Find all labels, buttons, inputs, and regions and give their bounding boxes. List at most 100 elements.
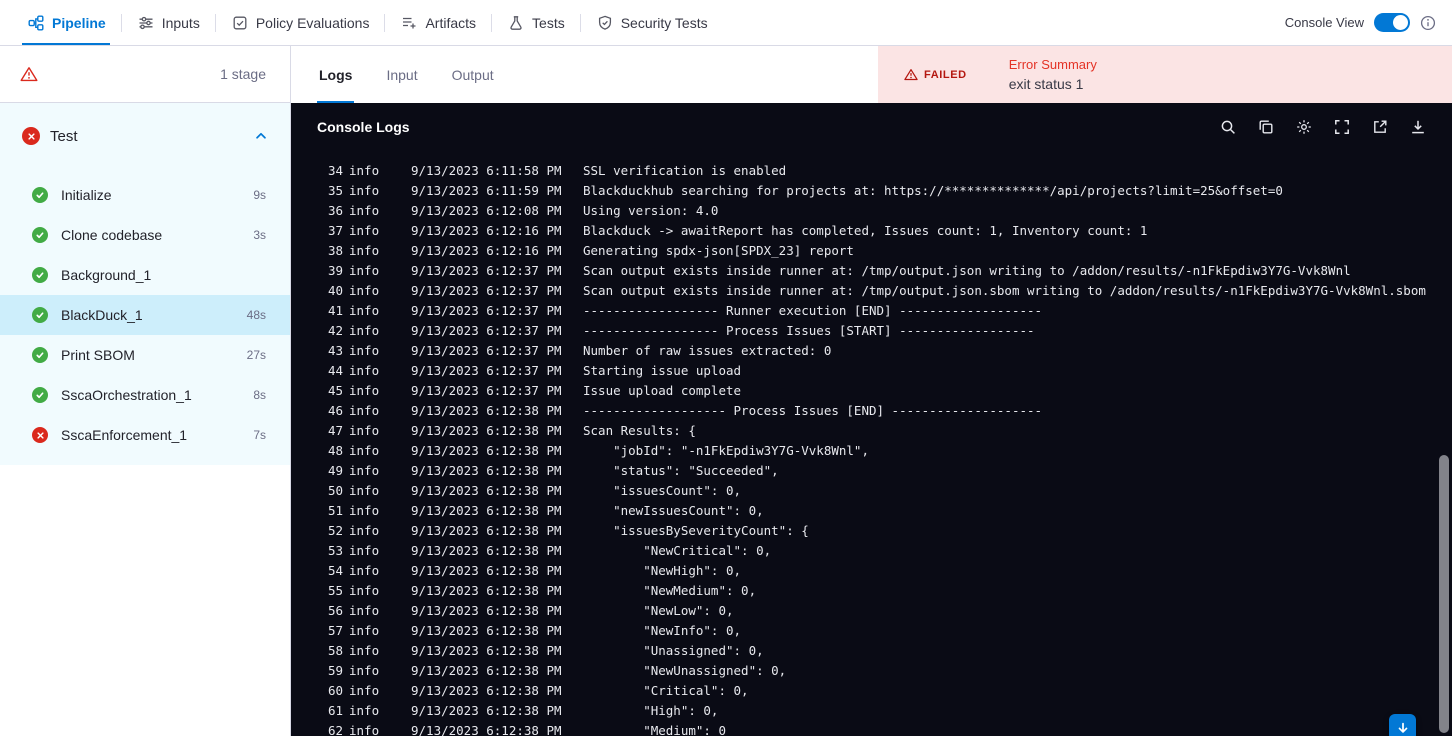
step-duration: 7s — [253, 428, 266, 442]
log-level: info — [349, 443, 380, 458]
open-in-new-icon — [1372, 119, 1388, 135]
nav-tab-inputs[interactable]: Inputs — [122, 0, 216, 45]
log-message: Scan output exists inside runner at: /tm… — [583, 283, 1426, 298]
error-summary-message: exit status 1 — [1008, 76, 1084, 92]
log-message: "jobId": "-n1FkEpdiw3Y7G-Vvk8Wnl", — [583, 443, 869, 458]
log-message: ------------------ Process Issues [START… — [583, 323, 1035, 338]
log-line: 44 info 9/13/2023 6:12:37 PM Starting issue… — [327, 361, 1452, 381]
error-texts: Error Summary exit status 1 — [1009, 57, 1097, 92]
log-message: "Critical": 0, — [583, 683, 749, 698]
scroll-to-bottom-button[interactable] — [1389, 714, 1416, 736]
log-timestamp: 9/13/2023 6:12:38 PM — [411, 443, 562, 458]
log-line-number: 34 — [327, 163, 343, 178]
step-name: Initialize — [61, 187, 112, 203]
log-line: 53 info 9/13/2023 6:12:38 PM "NewCritical"… — [327, 541, 1452, 561]
log-message: Starting issue upload — [583, 363, 742, 378]
log-line-number: 42 — [327, 323, 343, 338]
log-level: info — [349, 343, 380, 358]
pipeline-icon — [28, 15, 44, 31]
step-name: BlackDuck_1 — [61, 307, 143, 323]
stage-name: Test — [50, 127, 78, 145]
search-icon — [1220, 119, 1236, 135]
toggle-knob — [1393, 15, 1408, 30]
download-icon — [1410, 119, 1426, 135]
log-level: info — [349, 463, 380, 478]
step-clone-codebase[interactable]: Clone codebase 3s — [0, 215, 290, 255]
failed-warning-icon — [904, 68, 918, 81]
tab-input[interactable]: Input — [386, 46, 417, 103]
log-level: info — [349, 183, 380, 198]
download-button[interactable] — [1410, 119, 1426, 135]
step-duration: 27s — [246, 348, 266, 362]
stage-block: Test Initialize 9s Clone codebase 3s Backgro… — [0, 103, 290, 465]
failed-status-icon — [22, 127, 40, 145]
fullscreen-button[interactable] — [1334, 119, 1350, 135]
step-duration: 9s — [253, 188, 266, 202]
log-level: info — [349, 643, 380, 658]
log-timestamp: 9/13/2023 6:12:37 PM — [411, 283, 562, 298]
nav-tab-pipeline[interactable]: Pipeline — [12, 0, 122, 45]
log-level: info — [349, 683, 380, 698]
log-message: Generating spdx-json[SPDX_23] report — [583, 243, 854, 258]
copy-button[interactable] — [1258, 119, 1274, 135]
log-line: 35 info 9/13/2023 6:11:59 PM Blackduckhub s… — [327, 181, 1452, 201]
console-view-toggle[interactable] — [1374, 13, 1410, 32]
console-scrollbar[interactable] — [1439, 455, 1449, 733]
log-level: info — [349, 703, 380, 718]
step-background-1[interactable]: Background_1 — [0, 255, 290, 295]
nav-tab-security-tests[interactable]: Security Tests — [581, 0, 724, 45]
tab-output[interactable]: Output — [452, 46, 494, 103]
log-line: 39 info 9/13/2023 6:12:37 PM Scan output ex… — [327, 261, 1452, 281]
nav-tab-artifacts[interactable]: Artifacts — [385, 0, 492, 45]
log-line: 49 info 9/13/2023 6:12:38 PM "status": "Su… — [327, 461, 1452, 481]
success-status-icon — [32, 307, 48, 323]
log-line: 57 info 9/13/2023 6:12:38 PM "NewInfo": 0, — [327, 621, 1452, 641]
log-message: "newIssuesCount": 0, — [583, 503, 764, 518]
console-logs-title: Console Logs — [317, 119, 410, 135]
step-print-sbom[interactable]: Print SBOM 27s — [0, 335, 290, 375]
log-timestamp: 9/13/2023 6:12:37 PM — [411, 323, 562, 338]
console-log-output[interactable]: 34 info 9/13/2023 6:11:58 PM SSL verificati… — [291, 151, 1452, 736]
log-line: 59 info 9/13/2023 6:12:38 PM "NewUnassigne… — [327, 661, 1452, 681]
log-line-number: 60 — [327, 683, 343, 698]
log-level: info — [349, 163, 380, 178]
nav-tab-tests[interactable]: Tests — [492, 0, 581, 45]
step-sscaorchestration-1[interactable]: SscaOrchestration_1 8s — [0, 375, 290, 415]
log-level: info — [349, 363, 380, 378]
open-in-new-button[interactable] — [1372, 119, 1388, 135]
log-line-number: 53 — [327, 543, 343, 558]
settings-icon — [1296, 119, 1312, 135]
tab-label: Input — [386, 66, 418, 83]
log-line: 36 info 9/13/2023 6:12:08 PM Using version:… — [327, 201, 1452, 221]
log-timestamp: 9/13/2023 6:12:16 PM — [411, 223, 562, 238]
step-blackduck-1[interactable]: BlackDuck_1 48s — [0, 295, 290, 335]
log-level: info — [349, 483, 380, 498]
log-level: info — [349, 423, 380, 438]
log-line: 54 info 9/13/2023 6:12:38 PM "NewHigh": 0, — [327, 561, 1452, 581]
nav-tab-policy-evaluations[interactable]: Policy Evaluations — [216, 0, 386, 45]
step-sscaenforcement-1[interactable]: SscaEnforcement_1 7s — [0, 415, 290, 455]
chevron-up-icon[interactable] — [254, 129, 268, 143]
log-line-number: 57 — [327, 623, 343, 638]
step-initialize[interactable]: Initialize 9s — [0, 175, 290, 215]
log-timestamp: 9/13/2023 6:12:38 PM — [411, 403, 562, 418]
step-duration: 8s — [253, 388, 266, 402]
log-line: 51 info 9/13/2023 6:12:38 PM "newIssuesCou… — [327, 501, 1452, 521]
console-header: Console Logs — [291, 103, 1452, 151]
success-status-icon — [32, 267, 48, 283]
security-icon — [597, 15, 613, 31]
info-button[interactable] — [1420, 15, 1436, 31]
settings-button[interactable] — [1296, 119, 1312, 135]
log-line-number: 47 — [327, 423, 343, 438]
log-tab-bar: Logs Input Output FAILED Error Summary exi… — [291, 46, 1452, 103]
error-summary-title: Error Summary — [1008, 57, 1097, 72]
log-message: "issuesBySeverityCount": { — [583, 523, 809, 538]
nav-tab-label: Inputs — [161, 14, 200, 31]
log-line: 45 info 9/13/2023 6:12:37 PM Issue upload c… — [327, 381, 1452, 401]
log-message: ------------------- Process Issues [END]… — [583, 403, 1043, 418]
stage-test[interactable]: Test — [0, 107, 290, 165]
log-line-number: 49 — [327, 463, 343, 478]
failed-status-icon — [32, 427, 48, 443]
tab-logs[interactable]: Logs — [316, 46, 355, 103]
search-button[interactable] — [1220, 119, 1236, 135]
